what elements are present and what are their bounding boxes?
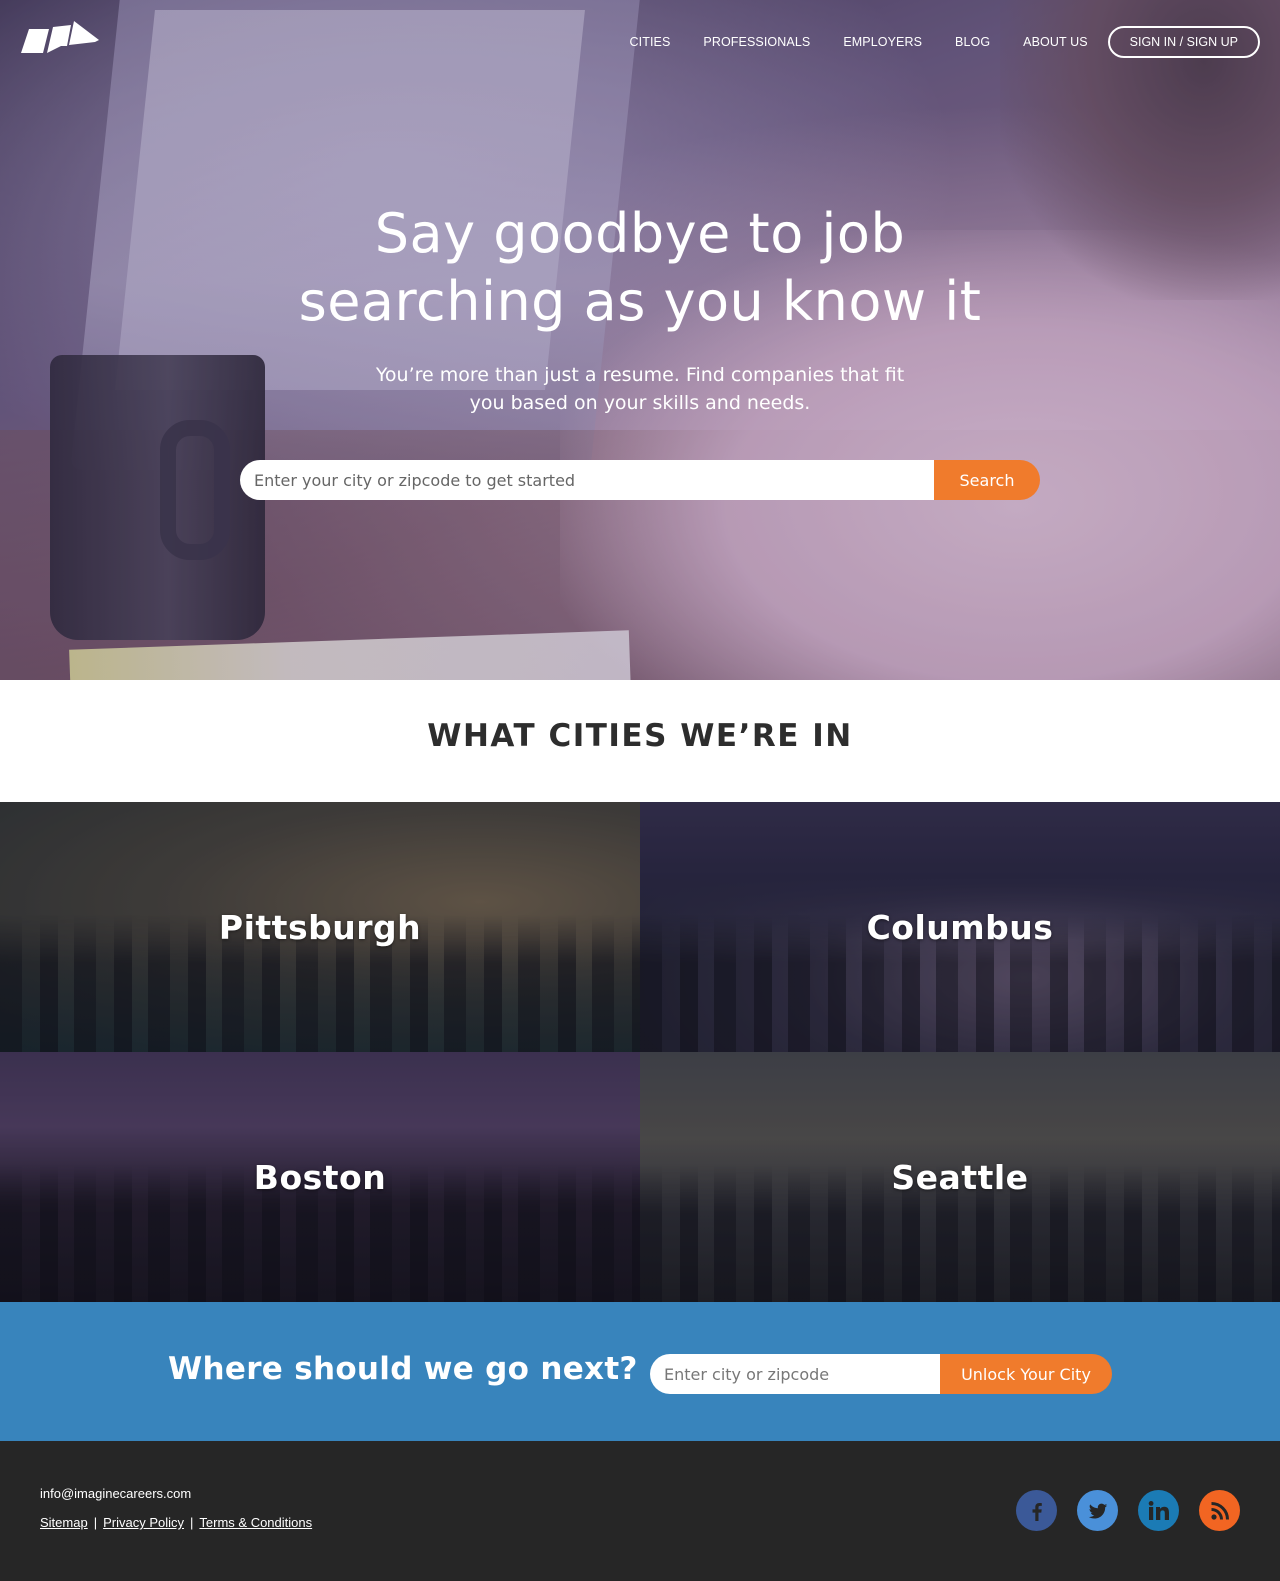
social-links [996,1490,1240,1531]
hero-section: CITIES PROFESSIONALS EMPLOYERS BLOG ABOU… [0,0,1280,680]
city-name: Pittsburgh [218,907,422,947]
footer-separator: | [93,1515,98,1530]
cities-heading: WHAT CITIES WE’RE IN [427,718,853,754]
city-grid: Pittsburgh Columbus Boston Seattle [0,802,1280,1302]
logo-icon [21,21,99,53]
hero-title: Say goodbye to job searching as you know… [0,200,1280,336]
footer-links: Sitemap | Privacy Policy | Terms & Condition… [40,1515,312,1530]
main-nav: CITIES PROFESSIONALS EMPLOYERS BLOG ABOU… [597,26,1260,58]
footer: info@imaginecareers.com Sitemap | Privacy … [0,1441,1280,1581]
footer-link-terms[interactable]: Terms & Conditions [199,1515,312,1530]
nav-about-us[interactable]: ABOUT US [1023,35,1087,49]
twitter-icon [1088,1503,1107,1519]
sign-in-button[interactable]: SIGN IN / SIGN UP [1107,26,1260,58]
nav-employers[interactable]: EMPLOYERS [843,35,922,49]
facebook-link[interactable] [1016,1490,1057,1531]
twitter-link[interactable] [1077,1490,1118,1531]
unlock-city-button[interactable]: Unlock Your City [940,1354,1112,1394]
footer-email[interactable]: info@imaginecareers.com [40,1486,191,1501]
city-tile-seattle[interactable]: Seattle [640,1052,1280,1302]
next-city-input[interactable] [650,1354,940,1394]
nav-cities[interactable]: CITIES [630,35,671,49]
footer-link-sitemap[interactable]: Sitemap [40,1515,88,1530]
footer-link-privacy-policy[interactable]: Privacy Policy [103,1515,184,1530]
nav-professionals[interactable]: PROFESSIONALS [703,35,810,49]
city-name: Columbus [866,907,1054,947]
rss-icon [1210,1501,1229,1520]
city-tile-boston[interactable]: Boston [0,1052,640,1302]
hero-title-line-1: Say goodbye to job [374,202,906,265]
city-name: Boston [253,1157,387,1197]
linkedin-icon [1148,1500,1169,1520]
next-city-title: Where should we go next? [168,1351,638,1387]
city-name: Seattle [891,1157,1029,1197]
search-button[interactable]: Search [934,460,1040,500]
next-city-banner: Where should we go next? Unlock Your Cit… [0,1302,1280,1441]
hero-search-form: Search [240,460,1040,500]
hero-subtitle-line-2: you based on your skills and needs. [469,392,811,414]
facebook-icon [1032,1502,1042,1521]
hero-subtitle: You’re more than just a resume. Find com… [340,361,940,417]
rss-link[interactable] [1199,1490,1240,1531]
city-tile-pittsburgh[interactable]: Pittsburgh [0,802,640,1052]
hero-subtitle-line-1: You’re more than just a resume. Find com… [375,364,905,386]
city-search-input[interactable] [240,460,934,500]
footer-separator: | [190,1515,194,1530]
logo[interactable] [19,18,99,56]
linkedin-link[interactable] [1138,1490,1179,1531]
city-tile-columbus[interactable]: Columbus [640,802,1280,1052]
hero-title-line-2: searching as you know it [298,270,982,333]
nav-blog[interactable]: BLOG [955,35,990,49]
next-city-form: Unlock Your City [650,1354,1112,1394]
